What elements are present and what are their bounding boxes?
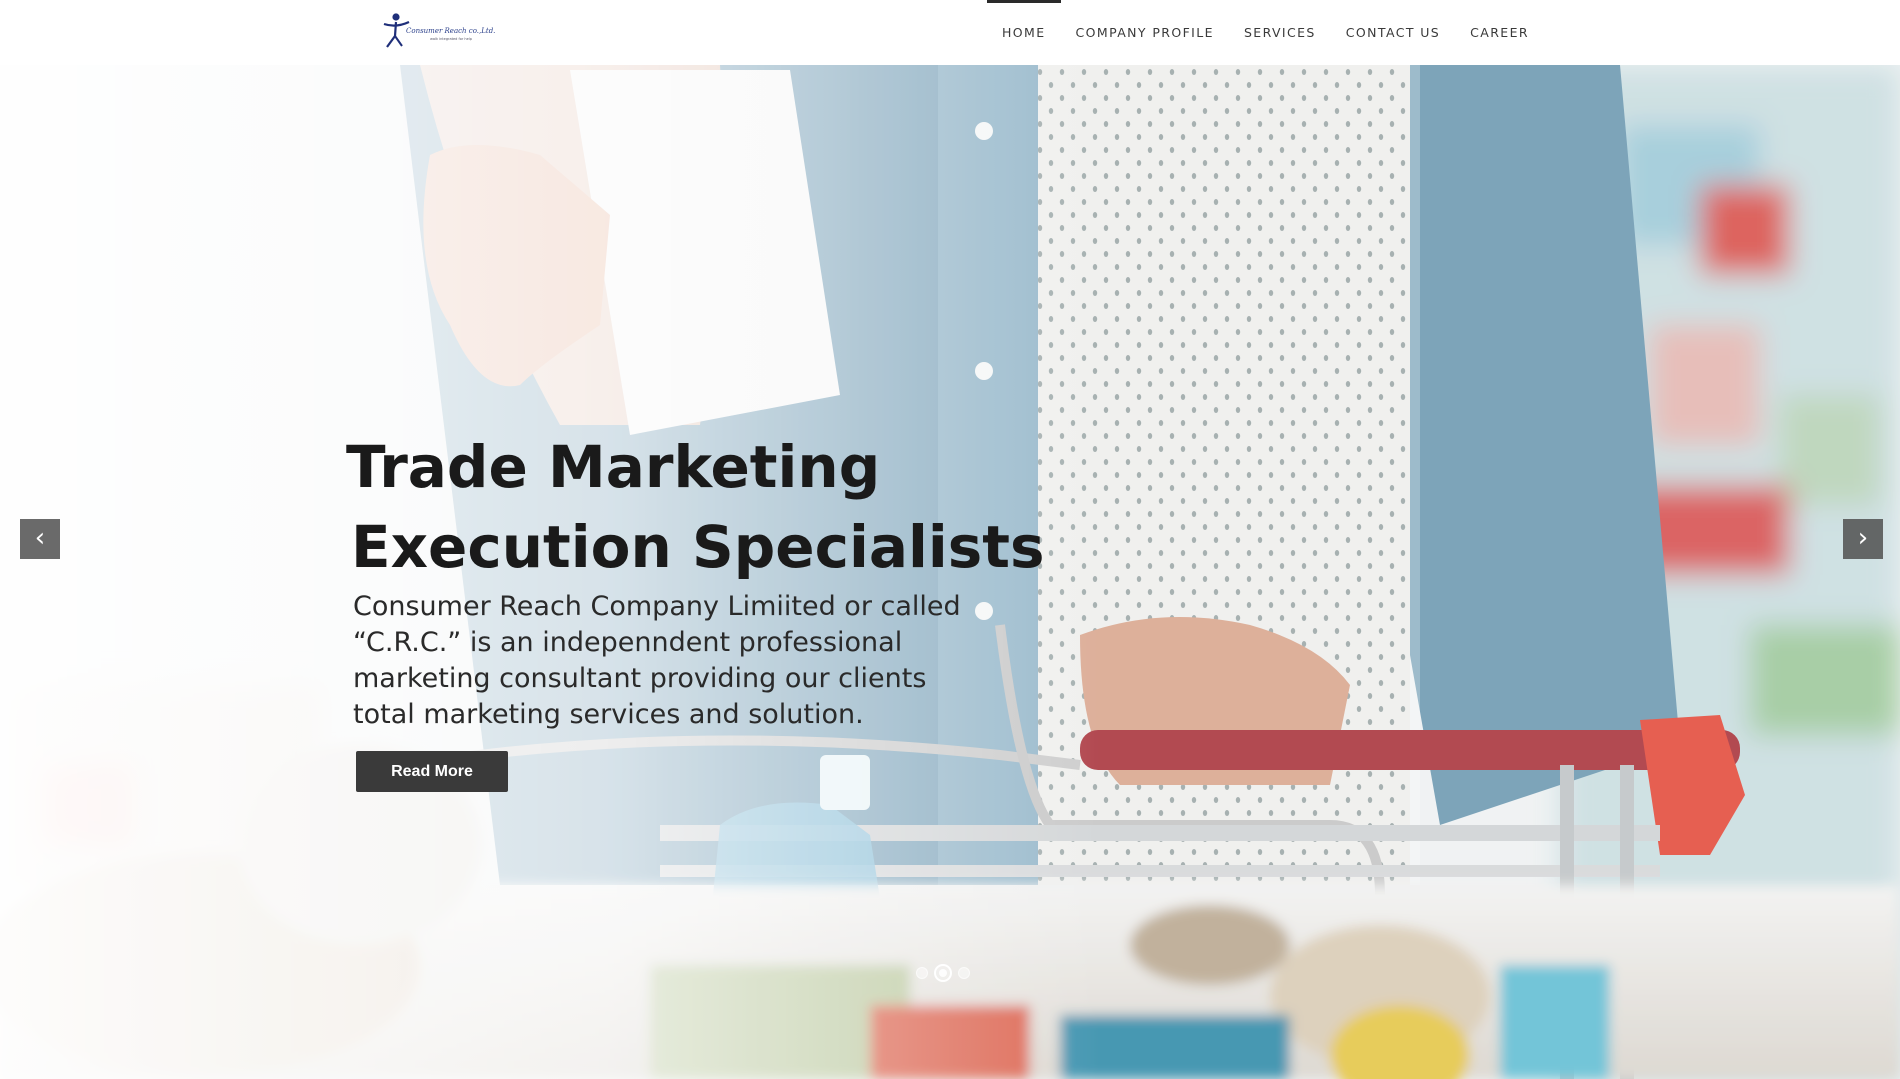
description-line: Consumer Reach Company Limiited or calle…: [353, 591, 961, 622]
slider-dot-1[interactable]: [916, 967, 928, 979]
chevron-left-icon: ‹: [34, 523, 46, 553]
company-logo[interactable]: Consumer Reach co.,Ltd. walk integrated …: [382, 10, 495, 52]
nav-services[interactable]: SERVICES: [1229, 0, 1331, 65]
hero-headline: Trade Marketing Execution Specialists: [346, 427, 1066, 587]
slider-prev-arrow[interactable]: ‹: [20, 519, 60, 559]
description-line: marketing consultant providing our clien…: [353, 663, 927, 694]
site-header: Consumer Reach co.,Ltd. walk integrated …: [0, 0, 1900, 65]
nav-company-profile[interactable]: COMPANY PROFILE: [1061, 0, 1229, 65]
read-more-button[interactable]: Read More: [356, 751, 508, 792]
slider-next-arrow[interactable]: ›: [1843, 519, 1883, 559]
slider-dot-2[interactable]: [934, 964, 952, 982]
slider-pagination: [916, 964, 970, 982]
chevron-right-icon: ›: [1857, 523, 1869, 553]
logo-tagline: walk integrated for help: [430, 37, 472, 41]
main-nav: HOME COMPANY PROFILE SERVICES CONTACT US…: [987, 0, 1544, 65]
hero-description: Consumer Reach Company Limiited or calle…: [353, 589, 1003, 733]
hero-slider: Trade Marketing Execution Specialists Co…: [0, 65, 1900, 1079]
headline-line-2: Execution Specialists: [351, 513, 1045, 581]
description-line: “C.R.C.” is an indepenndent professional: [353, 627, 903, 658]
description-line: total marketing services and solution.: [353, 699, 864, 730]
slider-dot-3[interactable]: [958, 967, 970, 979]
logo-wordmark: Consumer Reach co.,Ltd.: [406, 27, 496, 35]
nav-contact-us[interactable]: CONTACT US: [1331, 0, 1455, 65]
headline-line-1: Trade Marketing: [346, 433, 881, 501]
nav-career[interactable]: CAREER: [1455, 0, 1544, 65]
nav-home[interactable]: HOME: [987, 0, 1061, 65]
